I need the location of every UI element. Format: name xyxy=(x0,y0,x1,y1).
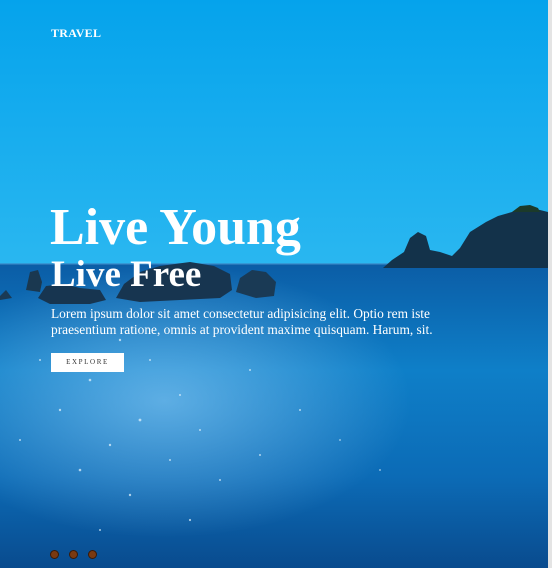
explore-button[interactable]: EXPLORE xyxy=(51,353,124,372)
hero-subtitle: Live Free xyxy=(51,254,202,295)
slider-dot-1[interactable] xyxy=(50,550,59,559)
hero-description: Lorem ipsum dolor sit amet consectetur a… xyxy=(51,306,433,337)
brand-logo-text[interactable]: TRAVEL xyxy=(51,26,101,41)
slider-dot-3[interactable] xyxy=(88,550,97,559)
hero-section: TRAVEL Live Young Live Free Lorem ipsum … xyxy=(0,0,548,568)
hero-title: Live Young xyxy=(50,199,301,256)
slider-dot-2[interactable] xyxy=(69,550,78,559)
scrollbar-track[interactable] xyxy=(548,0,552,568)
slider-dots xyxy=(50,550,97,559)
